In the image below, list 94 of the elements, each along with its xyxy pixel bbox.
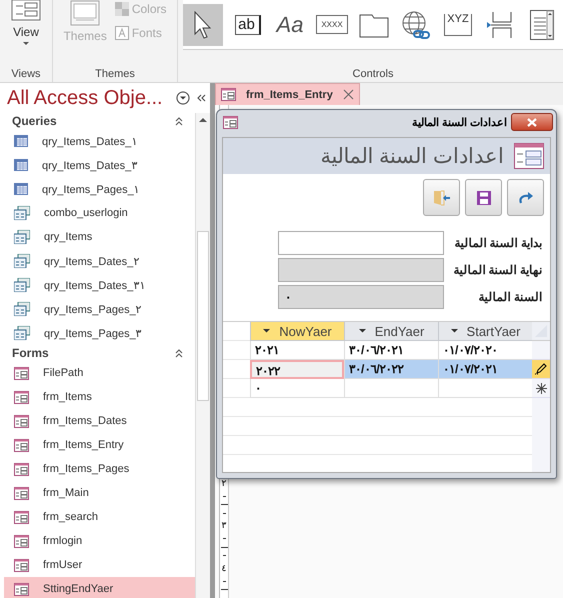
group-label: Controls [352,68,394,80]
dropdown-icon [450,329,459,333]
collapse-icon [175,116,183,126]
globe-link-icon [400,10,432,40]
scroll-thumb[interactable] [197,231,209,401]
table-cell: ٠١/٠٧/٢٠٢١ [438,360,532,379]
navigation-item[interactable]: frm_Main [4,481,195,505]
scrollbar[interactable] [195,113,210,598]
form-icon [14,366,29,380]
navigation-item[interactable]: frm_Items_Dates [4,409,195,433]
table-icon [14,159,28,171]
navigation-item[interactable]: combo_userlogin [4,201,195,225]
field-label: نهاية السنة المالية [452,262,542,280]
table-cell: ٣٠/٠٦/٢٠٢٢ [344,360,438,379]
form-title: اعدادات السنة المالية [320,144,504,168]
collapse-icon [175,348,183,358]
form-icon [14,582,29,596]
save-icon [476,190,490,204]
form-icon [221,88,236,101]
form-icon [14,534,29,548]
form-icon [14,390,29,404]
query-icon [14,254,30,268]
text-field[interactable] [278,231,444,255]
list-box-icon [530,10,554,40]
query-icon [14,206,30,220]
navigation-item[interactable]: FilePath [4,361,195,385]
window-title: اعدادات السنة المالية [412,116,507,128]
form-icon [14,462,29,476]
table-cell: ٣٠/٠٦/٢٠٢١ [344,341,438,360]
dropdown-icon [358,329,367,333]
navigation-item[interactable]: frm_search [4,505,195,529]
document-tab[interactable]: frm_Items_Entry [215,83,360,105]
view-button[interactable]: View [10,0,41,46]
table-cell: ٠ [250,379,344,398]
pointer-tool[interactable] [183,4,223,46]
query-icon [14,230,30,244]
form-icon [14,486,29,500]
navigation-item[interactable]: qry_Items_Dates_٣ [4,153,195,177]
table-cell: ٢٠٢١ [250,341,344,360]
field-label: بداية السنة المالية [453,235,542,252]
query-icon [14,278,30,292]
navigation-item[interactable]: frm_Items_Pages [4,457,195,481]
navigation-item[interactable]: qry_Items_Dates_٣١ [4,273,195,297]
group-header[interactable]: Queries [0,113,195,129]
group-header[interactable]: Forms [0,345,195,361]
form-icon [223,116,238,128]
navigation-item[interactable]: SttingEndYaer [4,577,195,598]
table-cell: ٠١/٠٧/٢٠٢٠ [438,341,532,360]
form-icon [14,558,29,572]
page-break-icon [487,10,513,38]
navigation-pane-title: All Access Obje... [7,86,164,110]
navigation-item[interactable]: qry_Items_Dates_١ [4,129,195,153]
close-icon[interactable] [342,89,354,100]
fonts-icon [114,26,129,40]
pencil-icon [535,363,547,375]
field-label: السنة المالية [478,289,542,306]
column-header[interactable]: NowYaer [250,322,344,341]
dropdown-icon [263,329,272,333]
group-label: Themes [95,68,135,80]
form-icon [14,414,29,428]
dropdown-icon [22,42,29,46]
navigation-item[interactable]: qry_Items_Pages_٣ [4,321,195,345]
table-icon [14,183,28,195]
query-icon [14,326,30,340]
form-icon [514,143,544,169]
redo-icon [518,190,534,204]
navigation-item[interactable]: frm_Items_Entry [4,433,195,457]
form-icon [14,510,29,524]
save-button[interactable] [465,179,502,216]
scroll-up-icon[interactable] [198,117,208,123]
navigation-item[interactable]: frmUser [4,553,195,577]
navigation-item[interactable]: frm_Items [4,385,195,409]
navigation-item[interactable]: qry_Items_Dates_٢ [4,249,195,273]
close-button[interactable] [511,113,553,131]
asterisk-icon [536,382,546,394]
dropdown-icon[interactable] [176,91,190,105]
navigation-item[interactable]: frmlogin [4,529,195,553]
navigation-item[interactable]: qry_Items [4,225,195,249]
close-icon [527,118,537,126]
folder-tab-icon [359,12,389,38]
group-label: Views [11,68,41,80]
pointer-icon [193,10,213,38]
collapse-icon[interactable] [196,93,206,103]
form-icon [14,438,29,452]
query-icon [14,302,30,316]
navigation-item[interactable]: qry_Items_Pages_٢ [4,297,195,321]
navigation-item[interactable]: qry_Items_Pages_١ [4,177,195,201]
column-header[interactable]: EndYaer [344,322,438,341]
exit-icon [432,190,450,206]
redo-button[interactable] [507,179,544,216]
record-selector[interactable] [532,360,550,379]
table-cell: ٢٠٢٢ [250,360,344,379]
column-header[interactable]: StartYaer [438,322,532,341]
table-icon [14,135,28,147]
